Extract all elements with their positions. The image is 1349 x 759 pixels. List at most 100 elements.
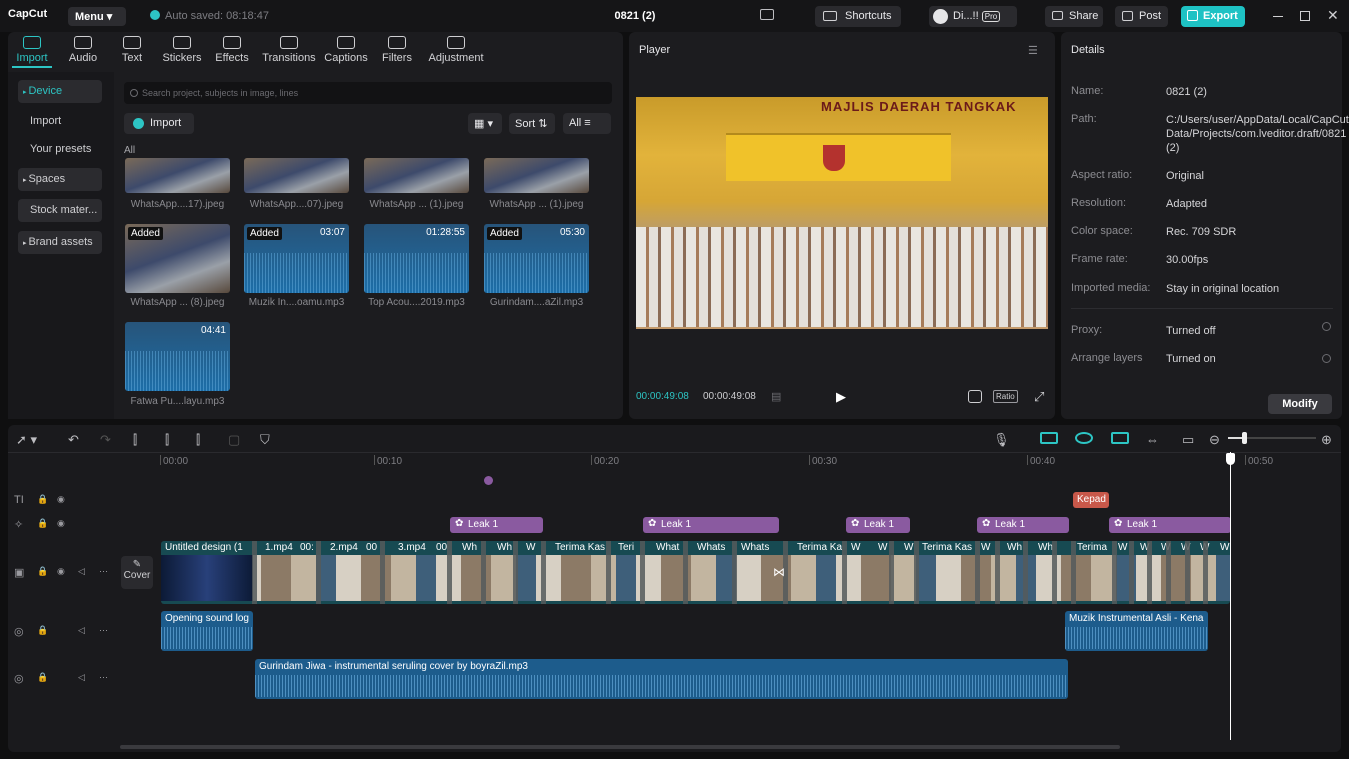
clip-separator[interactable] xyxy=(975,541,980,604)
text-clip[interactable]: Kepad xyxy=(1073,492,1109,508)
modify-button[interactable]: Modify xyxy=(1268,394,1332,414)
menu-button[interactable]: Menu ▾ xyxy=(68,7,126,26)
clip-separator[interactable] xyxy=(995,541,1000,604)
filter-button[interactable]: All ≡ xyxy=(563,113,611,134)
zoom-slider[interactable] xyxy=(1228,432,1316,444)
split-audio-icon[interactable]: ⇔ xyxy=(1146,432,1159,447)
zoom-in-icon[interactable]: ⊕ xyxy=(1321,432,1332,448)
clip-separator[interactable] xyxy=(606,541,611,604)
link-clips-icon[interactable] xyxy=(1040,432,1058,444)
cover-button[interactable]: ✎ Cover xyxy=(121,556,153,589)
audio-clip[interactable]: Gurindam Jiwa - instrumental seruling co… xyxy=(255,659,1068,699)
redo-icon[interactable]: ↷ xyxy=(100,432,111,448)
audio-clip[interactable]: Muzik Instrumental Asli - Kena xyxy=(1065,611,1208,651)
fullscreen-crop-icon[interactable] xyxy=(968,390,982,403)
sidebar-item-4[interactable]: Stock mater... xyxy=(18,199,102,222)
caption-icon[interactable]: ▭ xyxy=(1182,432,1194,448)
zoom-slider-handle[interactable] xyxy=(1242,432,1247,444)
media-item[interactable] xyxy=(244,158,349,193)
video-track[interactable] xyxy=(161,541,1230,604)
more-icon[interactable]: ⋯ xyxy=(99,625,108,636)
tab-stickers[interactable]: Stickers xyxy=(162,36,202,64)
export-button[interactable]: Export xyxy=(1181,6,1245,27)
shield-icon[interactable]: ⛉ xyxy=(260,432,270,448)
share-button[interactable]: Share xyxy=(1045,6,1103,27)
more-icon[interactable]: ⋯ xyxy=(99,672,108,683)
clip-separator[interactable] xyxy=(481,541,486,604)
close-icon[interactable]: ✕ xyxy=(1327,7,1339,24)
eye-icon[interactable]: ◉ xyxy=(57,494,65,505)
clip-separator[interactable] xyxy=(1023,541,1028,604)
clip-separator[interactable] xyxy=(1112,541,1117,604)
clip-separator[interactable] xyxy=(914,541,919,604)
clip-separator[interactable] xyxy=(1203,541,1208,604)
clip-separator[interactable] xyxy=(252,541,257,604)
sidebar-item-3[interactable]: ▸ Spaces xyxy=(18,168,102,191)
playhead[interactable] xyxy=(1230,452,1231,740)
shortcuts-button[interactable]: Shortcuts xyxy=(815,6,901,27)
clip-separator[interactable] xyxy=(1129,541,1134,604)
clip-separator[interactable] xyxy=(1147,541,1152,604)
timeline-grid-icon[interactable]: ▤ xyxy=(771,390,781,403)
lock-icon[interactable]: 🔒 xyxy=(37,625,48,636)
tab-effects[interactable]: Effects xyxy=(214,36,250,64)
eye-icon[interactable]: ◉ xyxy=(57,518,65,529)
tab-text[interactable]: Text xyxy=(120,36,144,64)
post-button[interactable]: Post xyxy=(1115,6,1168,27)
sidebar-item-1[interactable]: Import xyxy=(18,110,102,133)
select-tool-icon[interactable]: ➚ ▾ xyxy=(16,432,37,448)
split-right-icon[interactable]: ⫿ xyxy=(196,432,200,448)
volume-icon[interactable]: ◁ xyxy=(78,625,85,636)
tab-transitions[interactable]: Transitions xyxy=(260,36,318,64)
undo-icon[interactable]: ↶ xyxy=(68,432,79,448)
clip-separator[interactable] xyxy=(1052,541,1057,604)
microphone-icon[interactable]: 🎙 xyxy=(993,432,1010,448)
clip-separator[interactable] xyxy=(316,541,321,604)
clip-separator[interactable] xyxy=(541,541,546,604)
media-item[interactable] xyxy=(484,158,589,193)
split-left-icon[interactable]: ⫿ xyxy=(165,432,169,448)
transition-icon[interactable]: ⋈ xyxy=(773,565,785,579)
lock-icon[interactable]: 🔒 xyxy=(37,672,48,683)
clip-separator[interactable] xyxy=(1185,541,1190,604)
lock-icon[interactable]: 🔒 xyxy=(37,518,48,529)
split-icon[interactable]: ⫿ xyxy=(133,432,137,448)
sort-button[interactable]: Sort ⇅ xyxy=(509,113,555,134)
effect-clip[interactable]: Leak 1 xyxy=(450,517,543,533)
audio-clip[interactable]: Opening sound log xyxy=(161,611,253,651)
clip-separator[interactable] xyxy=(640,541,645,604)
effect-clip[interactable]: Leak 1 xyxy=(977,517,1069,533)
user-button[interactable]: Di...!! Pro xyxy=(929,6,1017,27)
clip-separator[interactable] xyxy=(889,541,894,604)
eye-icon[interactable]: ◉ xyxy=(57,566,65,577)
zoom-out-icon[interactable]: ⊖ xyxy=(1209,432,1220,448)
sidebar-item-0[interactable]: ▸ Device xyxy=(18,80,102,103)
media-item[interactable]: 04:41 xyxy=(125,322,230,391)
player-menu-icon[interactable]: ☰ xyxy=(1028,44,1038,57)
sidebar-item-2[interactable]: Your presets xyxy=(18,138,102,161)
clip-separator[interactable] xyxy=(513,541,518,604)
effect-clip[interactable]: Leak 1 xyxy=(643,517,779,533)
play-icon[interactable]: ▶ xyxy=(836,389,846,405)
tab-filters[interactable]: Filters xyxy=(380,36,414,64)
ratio-button[interactable]: Ratio xyxy=(993,390,1018,403)
lock-icon[interactable]: 🔒 xyxy=(37,494,48,505)
tab-audio[interactable]: Audio xyxy=(67,36,99,64)
layout-icon[interactable] xyxy=(760,9,774,20)
clip-separator[interactable] xyxy=(380,541,385,604)
media-item[interactable]: Added xyxy=(125,224,230,293)
preview-axis-icon[interactable] xyxy=(1111,432,1129,444)
clip-separator[interactable] xyxy=(1166,541,1171,604)
media-item[interactable] xyxy=(364,158,469,193)
restore-icon[interactable] xyxy=(1300,11,1310,21)
volume-icon[interactable]: ◁ xyxy=(78,566,85,577)
media-item[interactable]: Added 03:07 xyxy=(244,224,349,293)
playhead-handle[interactable] xyxy=(1226,453,1235,465)
media-item[interactable]: 01:28:55 xyxy=(364,224,469,293)
clip-separator[interactable] xyxy=(732,541,737,604)
delete-icon[interactable]: ▢ xyxy=(228,432,240,448)
clip-separator[interactable] xyxy=(842,541,847,604)
effect-clip[interactable]: Leak 1 xyxy=(846,517,910,533)
fullscreen-icon[interactable]: ⤢ xyxy=(1034,389,1044,405)
media-item[interactable]: Added 05:30 xyxy=(484,224,589,293)
